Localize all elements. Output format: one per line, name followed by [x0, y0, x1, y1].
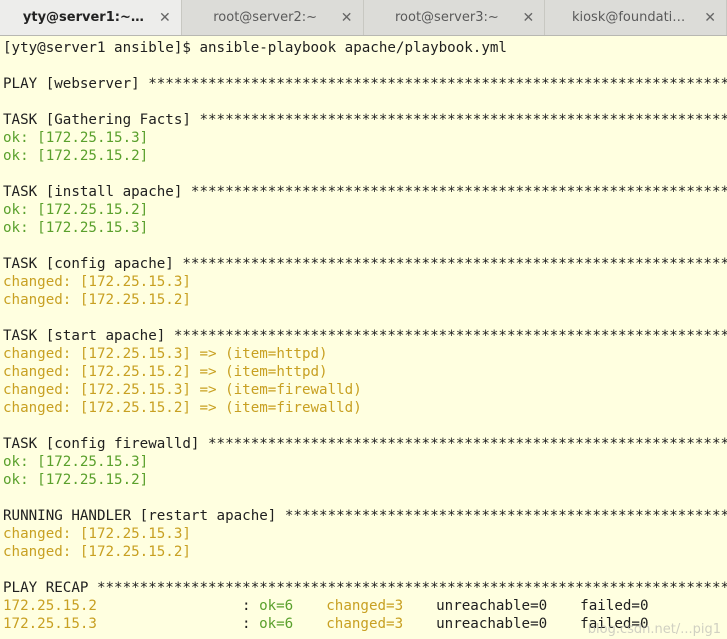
- recap-host: 172.25.15.2: [3, 598, 97, 614]
- recap-ok: ok=6: [259, 598, 294, 614]
- terminal-line: changed: [172.25.15.2]: [3, 292, 191, 308]
- recap-unreachable: unreachable=0: [436, 598, 548, 614]
- terminal-line: TASK [install apache] ******************…: [3, 184, 727, 200]
- recap-changed: changed=3: [326, 616, 404, 632]
- terminal-line: changed: [172.25.15.3] => (item=httpd): [3, 346, 328, 362]
- terminal-output[interactable]: [yty@server1 ansible]$ ansible-playbook …: [0, 36, 727, 639]
- recap-changed: changed=3: [326, 598, 404, 614]
- tab-label: root@server3:~: [394, 10, 499, 25]
- tab-label: yty@server1:~…: [22, 10, 144, 25]
- tab-server2[interactable]: root@server2:~ ✕: [182, 0, 364, 35]
- tab-server3[interactable]: root@server3:~ ✕: [364, 0, 546, 35]
- close-icon[interactable]: ✕: [523, 10, 535, 26]
- terminal-line: ok: [172.25.15.2]: [3, 148, 149, 164]
- close-icon[interactable]: ✕: [341, 10, 353, 26]
- recap-row: 172.25.15.2: ok=6 changed=3 unreachable=0 f…: [3, 597, 727, 615]
- tab-foundation[interactable]: kiosk@foundati… ✕: [545, 0, 727, 35]
- terminal-line: TASK [start apache] ********************…: [3, 328, 727, 344]
- terminal-line: PLAY [webserver] ***********************…: [3, 76, 727, 92]
- terminal-line: TASK [config firewalld] ****************…: [3, 436, 727, 452]
- terminal-line: TASK [Gathering Facts] *****************…: [3, 112, 727, 128]
- terminal-line: changed: [172.25.15.3] => (item=firewall…: [3, 382, 362, 398]
- tab-label: kiosk@foundati…: [571, 10, 686, 25]
- terminal-line: changed: [172.25.15.2] => (item=httpd): [3, 364, 328, 380]
- terminal-line: ok: [172.25.15.3]: [3, 220, 149, 236]
- close-icon[interactable]: ✕: [159, 10, 171, 26]
- terminal-line: ok: [172.25.15.3]: [3, 130, 149, 146]
- recap-unreachable: unreachable=0: [436, 616, 548, 632]
- close-icon[interactable]: ✕: [704, 10, 716, 26]
- terminal-line: changed: [172.25.15.3]: [3, 274, 191, 290]
- tab-bar: yty@server1:~… ✕ root@server2:~ ✕ root@s…: [0, 0, 727, 36]
- watermark: blog.csdn.net/...pig1: [587, 622, 721, 637]
- tab-server1[interactable]: yty@server1:~… ✕: [0, 0, 182, 35]
- terminal-line: TASK [config apache] *******************…: [3, 256, 727, 272]
- terminal-line: [yty@server1 ansible]$ ansible-playbook …: [3, 40, 507, 56]
- recap-failed: failed=0: [580, 598, 649, 614]
- recap-sep: :: [241, 616, 260, 632]
- terminal-line: ok: [172.25.15.2]: [3, 202, 149, 218]
- tab-label: root@server2:~: [213, 10, 317, 25]
- recap-ok: ok=6: [259, 616, 294, 632]
- terminal-line: RUNNING HANDLER [restart apache] *******…: [3, 508, 727, 524]
- recap-sep: :: [241, 598, 260, 614]
- recap-host: 172.25.15.3: [3, 616, 97, 632]
- terminal-line: ok: [172.25.15.2]: [3, 472, 149, 488]
- terminal-line: ok: [172.25.15.3]: [3, 454, 149, 470]
- terminal-line: changed: [172.25.15.2] => (item=firewall…: [3, 400, 362, 416]
- terminal-line: changed: [172.25.15.3]: [3, 526, 191, 542]
- terminal-line: PLAY RECAP *****************************…: [3, 580, 727, 596]
- terminal-line: changed: [172.25.15.2]: [3, 544, 191, 560]
